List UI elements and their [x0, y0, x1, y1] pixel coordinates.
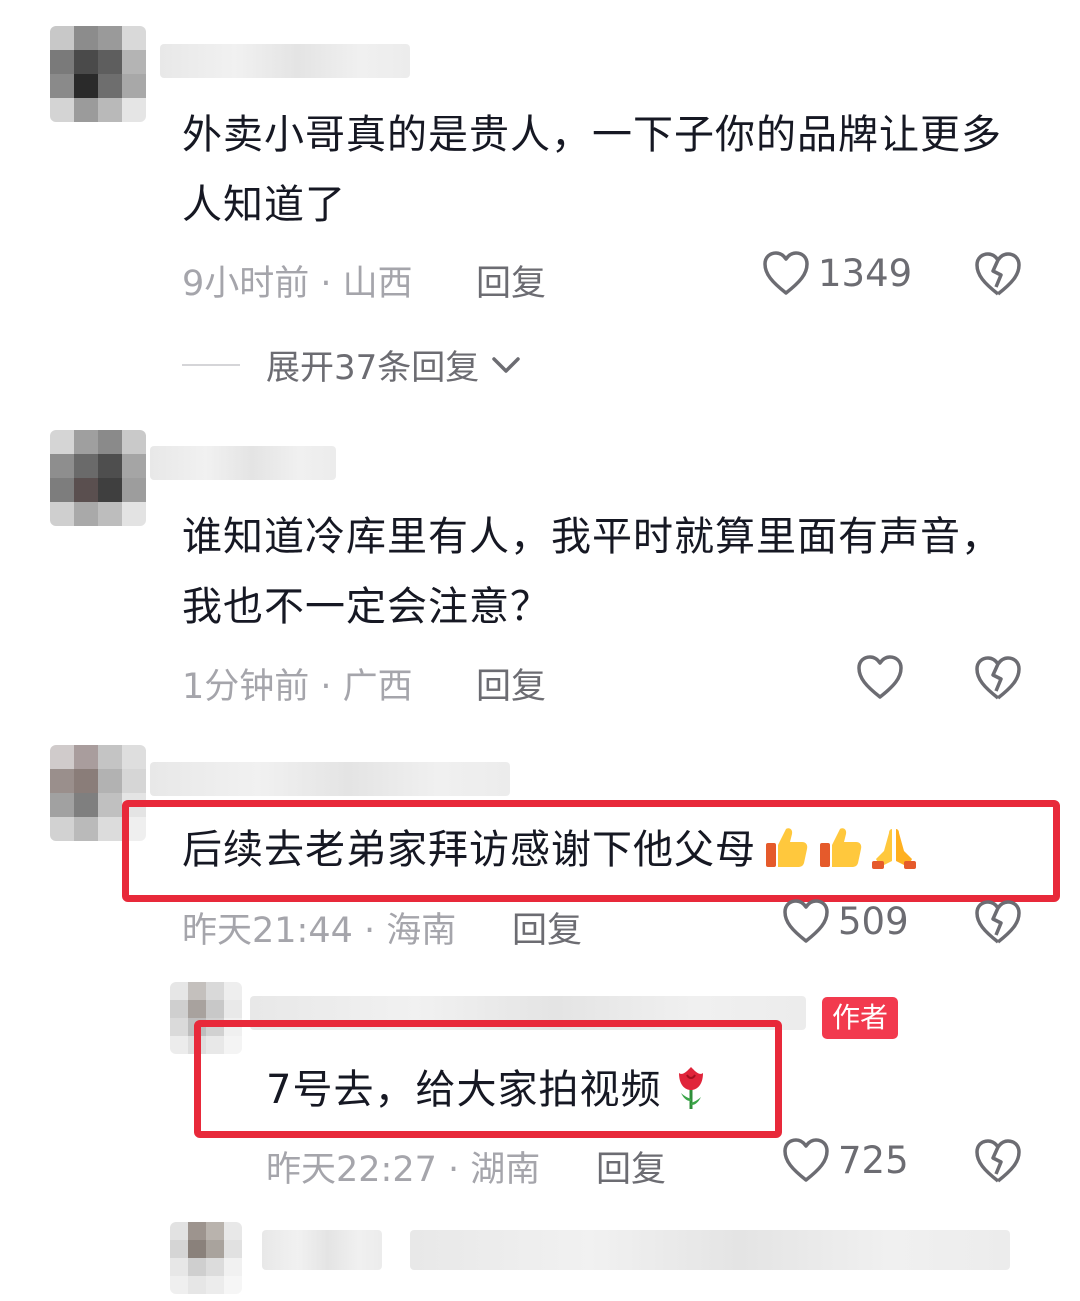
like-button[interactable]: [856, 654, 912, 700]
comment-location: 山西: [342, 264, 413, 304]
username-blurred[interactable]: [262, 1230, 382, 1270]
reply-text-blurred: [410, 1230, 1010, 1270]
username-blurred[interactable]: [150, 762, 510, 796]
broken-heart-icon: [975, 252, 1021, 296]
dislike-button[interactable]: [974, 1138, 1022, 1188]
username-blurred[interactable]: [160, 44, 410, 78]
avatar[interactable]: [50, 26, 146, 122]
broken-heart-icon: [975, 900, 1021, 944]
comment-time: 昨天22:27: [266, 1150, 437, 1190]
divider: [182, 363, 240, 366]
expand-replies-label: 展开37条回复: [266, 348, 480, 388]
like-count: 1349: [818, 251, 913, 295]
comment-location: 湖南: [470, 1150, 541, 1190]
dislike-button[interactable]: [974, 655, 1022, 705]
avatar[interactable]: [50, 430, 146, 526]
comment-meta: 昨天21:44 · 海南: [182, 911, 457, 951]
reply-button[interactable]: 回复: [596, 1141, 666, 1192]
comment-location: 广西: [342, 667, 413, 707]
comment-meta: 1分钟前 · 广西: [182, 667, 413, 707]
rose-icon: [679, 1067, 704, 1109]
comment-location: 海南: [386, 911, 457, 951]
thumbs-up-icon: [820, 828, 862, 867]
chevron-down-icon: [492, 356, 521, 373]
comment-time: 昨天21:44: [182, 911, 353, 951]
author-badge: 作者: [822, 997, 899, 1039]
comment-text: 后续去老弟家拜访感谢下他父母: [182, 815, 1012, 885]
like-button[interactable]: 1349: [762, 250, 912, 296]
comment-text: 外卖小哥真的是贵人，一下子你的品牌让更多人知道了: [182, 112, 1002, 228]
comment-meta: 9小时前 · 山西: [182, 264, 413, 304]
reply-text: 7号去，给大家拍视频: [266, 1055, 766, 1125]
reply-button[interactable]: 回复: [476, 658, 546, 709]
comment-time: 1分钟前: [182, 667, 310, 707]
heart-outline-icon: [857, 655, 903, 699]
broken-heart-icon: [975, 656, 1021, 700]
dislike-button[interactable]: [974, 899, 1022, 949]
expand-replies-button[interactable]: 展开37条回复: [182, 340, 523, 389]
thumbs-up-icon: [766, 828, 808, 867]
username-blurred[interactable]: [150, 446, 336, 480]
comment-meta: 昨天22:27 · 湖南: [266, 1150, 541, 1190]
reply-button[interactable]: 回复: [512, 902, 582, 953]
reply-button[interactable]: 回复: [476, 255, 546, 306]
like-count: 509: [838, 899, 909, 943]
folded-hands-icon: [872, 829, 916, 869]
heart-outline-icon: [783, 899, 829, 943]
comment-text: 谁知道冷库里有人，我平时就算里面有声音，我也不一定会注意？: [182, 514, 1002, 630]
like-button[interactable]: 509: [782, 898, 909, 944]
heart-outline-icon: [783, 1138, 829, 1182]
like-button[interactable]: 725: [782, 1137, 909, 1183]
like-count: 725: [838, 1138, 909, 1182]
comment-time: 9小时前: [182, 264, 310, 304]
dislike-button[interactable]: [974, 251, 1022, 301]
heart-outline-icon: [763, 251, 809, 295]
avatar[interactable]: [170, 1222, 242, 1294]
broken-heart-icon: [975, 1139, 1021, 1183]
